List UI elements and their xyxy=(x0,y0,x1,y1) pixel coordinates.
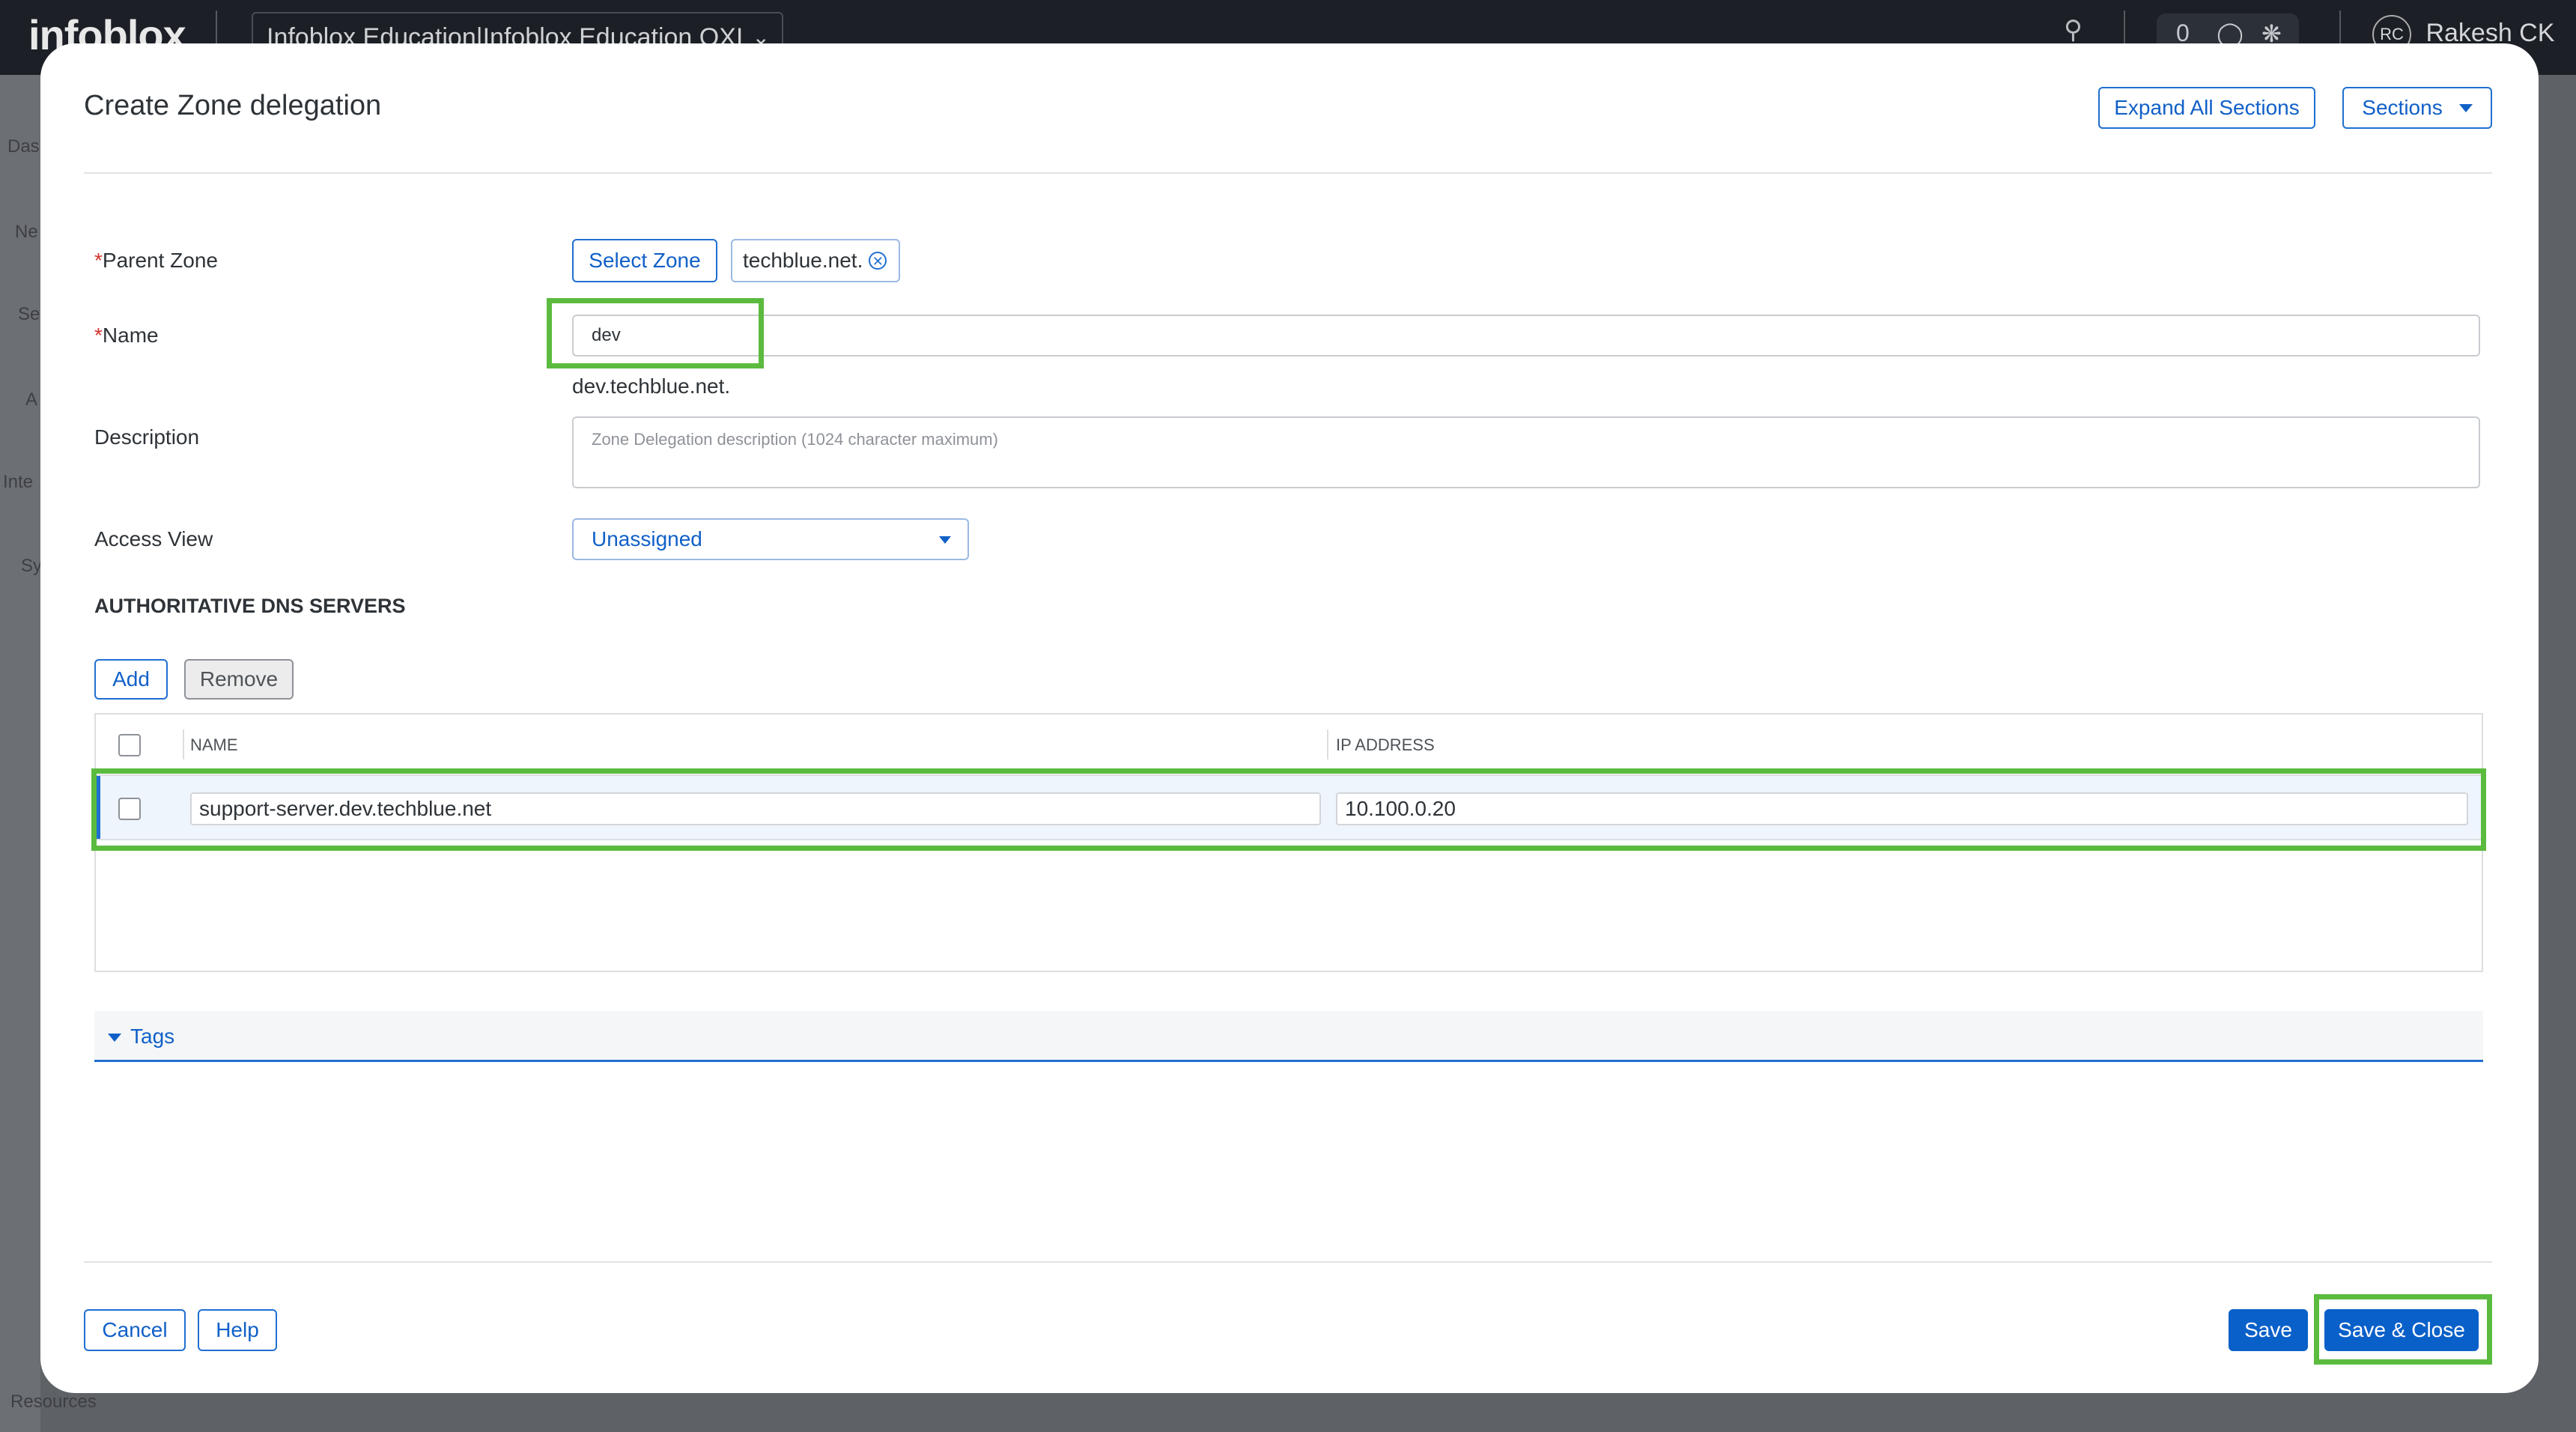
sidebar-fragment: Inte xyxy=(3,472,34,492)
tags-section-header[interactable]: Tags xyxy=(94,1011,2483,1062)
fqdn-hint: dev.techblue.net. xyxy=(572,374,731,398)
dns-servers-heading: AUTHORITATIVE DNS SERVERS xyxy=(94,595,406,617)
description-textarea[interactable]: Zone Delegation description (1024 charac… xyxy=(572,416,2480,488)
access-view-label: Access View xyxy=(94,527,213,550)
parent-zone-label-text: Parent Zone xyxy=(102,249,219,272)
save-label: Save xyxy=(2244,1318,2292,1341)
server-ip-value: 10.100.0.20 xyxy=(1345,797,1456,820)
row-checkbox[interactable] xyxy=(118,798,141,820)
row-selection-accent xyxy=(96,776,100,839)
access-view-select[interactable]: Unassigned xyxy=(572,518,969,560)
selected-zone-chip: techblue.net. ✕ xyxy=(731,239,900,282)
cancel-button[interactable]: Cancel xyxy=(84,1309,186,1351)
grid-header: NAME IP ADDRESS xyxy=(96,715,2482,774)
remove-server-label: Remove xyxy=(199,667,279,691)
select-all-checkbox[interactable] xyxy=(118,734,141,756)
header-divider xyxy=(84,172,2492,174)
server-ip-cell[interactable]: 10.100.0.20 xyxy=(1336,792,2468,825)
name-label: *Name xyxy=(94,324,159,348)
select-zone-button[interactable]: Select Zone xyxy=(572,239,717,282)
save-and-close-label: Save & Close xyxy=(2338,1318,2465,1341)
access-view-value: Unassigned xyxy=(592,527,702,550)
remove-zone-icon[interactable]: ✕ xyxy=(869,252,887,270)
add-server-label: Add xyxy=(112,667,150,691)
required-marker: * xyxy=(94,324,103,347)
server-name-cell[interactable]: support-server.dev.techblue.net xyxy=(190,792,1321,825)
dialog-title: Create Zone delegation xyxy=(84,90,382,121)
sidebar-fragment: Se xyxy=(18,304,40,324)
sidebar-fragment: Resources xyxy=(10,1392,97,1412)
sections-dropdown[interactable]: Sections xyxy=(2342,87,2492,129)
name-input-value: dev xyxy=(592,325,621,345)
column-divider xyxy=(1327,729,1328,759)
tags-label: Tags xyxy=(130,1025,175,1048)
description-label: Description xyxy=(94,425,200,449)
column-header-name[interactable]: NAME xyxy=(190,735,238,755)
remove-server-button[interactable]: Remove xyxy=(184,659,294,700)
add-server-button[interactable]: Add xyxy=(94,659,168,700)
sidebar-fragment: Sy xyxy=(21,556,43,576)
footer-divider xyxy=(84,1261,2492,1263)
help-button[interactable]: Help xyxy=(198,1309,277,1351)
server-name-value: support-server.dev.techblue.net xyxy=(199,797,492,820)
help-label: Help xyxy=(216,1318,259,1341)
name-label-text: Name xyxy=(102,324,159,347)
table-row[interactable]: support-server.dev.techblue.net 10.100.0… xyxy=(96,774,2482,840)
select-zone-label: Select Zone xyxy=(589,249,701,272)
name-input[interactable]: dev xyxy=(572,315,2480,357)
caret-down-icon xyxy=(108,1034,121,1042)
dns-servers-grid: NAME IP ADDRESS support-server.dev.techb… xyxy=(94,713,2483,972)
expand-all-sections-label: Expand All Sections xyxy=(2114,96,2300,119)
caret-down-icon xyxy=(939,536,951,544)
required-marker: * xyxy=(94,249,103,272)
caret-down-icon xyxy=(2458,103,2473,112)
selected-zone-value: techblue.net. xyxy=(743,249,863,272)
search-icon[interactable]: ⚲ xyxy=(2064,15,2083,45)
parent-zone-label: *Parent Zone xyxy=(94,249,218,273)
save-button[interactable]: Save xyxy=(2229,1309,2308,1351)
create-zone-delegation-dialog: Create Zone delegation Expand All Sectio… xyxy=(40,43,2539,1393)
save-and-close-button[interactable]: Save & Close xyxy=(2324,1309,2479,1351)
column-divider xyxy=(183,729,184,759)
sidebar-fragment: A xyxy=(25,389,38,410)
description-placeholder: Zone Delegation description (1024 charac… xyxy=(592,430,998,449)
sections-label: Sections xyxy=(2362,96,2443,119)
sidebar-fragment: Das xyxy=(7,136,40,157)
sidebar-fragment: Ne xyxy=(15,222,38,242)
cancel-label: Cancel xyxy=(102,1318,168,1341)
column-header-ip-address[interactable]: IP ADDRESS xyxy=(1336,735,1435,755)
expand-all-sections-button[interactable]: Expand All Sections xyxy=(2098,87,2315,129)
app-sidebar xyxy=(0,75,40,1432)
